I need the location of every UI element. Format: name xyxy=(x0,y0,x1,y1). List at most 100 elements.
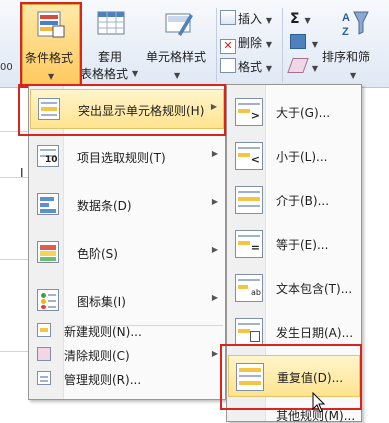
sort-filter-label: 排序和筛 xyxy=(322,50,371,64)
conditional-format-button[interactable]: 条件格式 ▼ xyxy=(22,4,80,86)
grid-line xyxy=(0,351,28,352)
chevron-down-icon: ▼ xyxy=(174,71,181,80)
conditional-format-label: 条件格式 xyxy=(25,51,74,65)
menu-item-data-bars[interactable]: 数据条(D) ▶ xyxy=(30,185,224,225)
chevron-down-icon: ▼ xyxy=(48,72,55,81)
submenu-arrow-icon: ▶ xyxy=(211,197,218,206)
clear-button[interactable]: ▼ xyxy=(287,58,318,76)
cell-text: I xyxy=(20,166,24,180)
menu-item-clear-rules[interactable]: 清除规则(C) ▶ xyxy=(30,343,224,367)
chevron-down-icon: ▼ xyxy=(132,69,139,78)
text-contains-icon: ab xyxy=(235,274,263,302)
manage-rules-icon xyxy=(37,371,51,385)
submenu-item-text-contains[interactable]: ab 文本包含(T)... xyxy=(228,267,360,309)
fill-down-icon xyxy=(290,34,306,49)
date-occurring-icon xyxy=(235,318,263,346)
svg-text:A: A xyxy=(342,12,350,24)
format-label: 格式 xyxy=(238,60,263,74)
submenu-arrow-icon: ▶ xyxy=(210,102,217,111)
chevron-down-icon: ▼ xyxy=(350,71,357,80)
submenu-item-label: 重复值(D)... xyxy=(277,371,344,385)
data-bars-icon xyxy=(37,193,59,215)
submenu-item-less-than[interactable]: < 小于(L)... xyxy=(228,135,360,177)
submenu-item-label: 等于(E)... xyxy=(276,238,329,252)
divider xyxy=(216,8,217,82)
format-as-table-button[interactable]: 套用 表格格式 xyxy=(80,4,136,86)
menu-item-label: 图标集(I) xyxy=(77,295,126,309)
submenu-item-label: 介于(B)... xyxy=(276,194,330,208)
row-number: 00 xyxy=(0,62,13,73)
format-icon xyxy=(220,58,236,73)
cell-styles-button[interactable]: 单元格样式 ▼ xyxy=(142,4,214,86)
submenu-item-label: 发生日期(A)... xyxy=(276,326,354,340)
menu-item-label: 项目选取规则(T) xyxy=(77,151,166,165)
equal-to-icon: = xyxy=(235,230,263,258)
menu-item-icon-sets[interactable]: 图标集(I) ▶ xyxy=(30,281,224,321)
menu-item-label: 突出显示单元格规则(H) xyxy=(78,104,205,118)
top-bottom-icon: 10 xyxy=(37,145,59,167)
submenu-arrow-icon: ▶ xyxy=(211,245,218,254)
eraser-icon xyxy=(287,58,309,73)
format-as-table-label-2: 表格格式 xyxy=(80,67,129,81)
sum-icon: Σ xyxy=(290,11,300,27)
cell-styles-icon xyxy=(165,13,193,36)
icon-sets-icon xyxy=(37,289,59,311)
ribbon: 00 条件格式 ▼ 套用 表格格式 ▼ 单元格样式 ▼ 插入 ▼ ✕ 删除 ▼ … xyxy=(0,0,389,88)
icon-ab: ab xyxy=(251,288,261,297)
menu-item-label: 色阶(S) xyxy=(77,247,118,261)
menu-item-top-bottom-rules[interactable]: 10 项目选取规则(T) ▶ xyxy=(30,137,224,177)
menu-item-label: 新建规则(N)... xyxy=(64,325,142,339)
submenu-item-more-rules[interactable]: 其他规则(M)... xyxy=(228,401,360,423)
highlight-cells-icon xyxy=(38,98,60,120)
mouse-cursor-icon xyxy=(312,392,326,413)
sort-filter-icon: A Z xyxy=(342,11,369,38)
conditional-format-icon xyxy=(37,11,65,38)
insert-icon xyxy=(220,10,236,25)
autosum-button[interactable]: Σ ▼ xyxy=(290,10,311,28)
new-rule-icon xyxy=(37,323,51,337)
menu-item-manage-rules[interactable]: 管理规则(R)... xyxy=(30,367,224,391)
submenu-item-date-occurring[interactable]: 发生日期(A)... xyxy=(228,311,360,353)
insert-label: 插入 xyxy=(238,12,263,26)
menu-item-new-rule[interactable]: 新建规则(N)... xyxy=(30,319,224,343)
grid-line xyxy=(0,177,28,178)
submenu-arrow-icon: ▶ xyxy=(211,349,218,358)
menu-item-color-scales[interactable]: 色阶(S) ▶ xyxy=(30,233,224,273)
delete-label: 删除 xyxy=(238,36,263,50)
grid-line xyxy=(0,259,28,260)
submenu-item-label: 文本包含(T)... xyxy=(276,282,353,296)
delete-button[interactable]: ✕ 删除 ▼ xyxy=(220,34,272,54)
insert-button[interactable]: 插入 ▼ xyxy=(220,10,272,28)
grid-line xyxy=(0,131,28,132)
menu-item-label: 管理规则(R)... xyxy=(64,373,142,387)
color-scales-icon xyxy=(37,241,59,263)
icon-number: 10 xyxy=(45,155,58,165)
format-as-table-label-1: 套用 xyxy=(98,50,123,64)
format-button[interactable]: 格式 ▼ xyxy=(220,58,272,76)
greater-than-icon: > xyxy=(235,98,263,126)
delete-icon: ✕ xyxy=(220,39,236,54)
conditional-format-menu: 突出显示单元格规则(H) ▶ 10 项目选取规则(T) ▶ 数据条(D) ▶ 色… xyxy=(28,84,226,400)
divider xyxy=(282,8,283,82)
less-than-icon: < xyxy=(235,142,263,170)
table-format-icon xyxy=(97,11,125,35)
fill-button[interactable]: ▼ xyxy=(290,34,318,52)
menu-item-label: 数据条(D) xyxy=(77,199,132,213)
duplicate-values-icon xyxy=(236,363,264,391)
cell-styles-label: 单元格样式 xyxy=(146,50,207,64)
submenu-item-label: 大于(G)... xyxy=(276,106,331,120)
highlight-cells-submenu: > 大于(G)... < 小于(L)... 介于(B)... = 等于(E)..… xyxy=(226,84,362,423)
submenu-arrow-icon: ▶ xyxy=(211,293,218,302)
menu-item-highlight-cells-rules[interactable]: 突出显示单元格规则(H) ▶ xyxy=(30,89,224,129)
sort-filter-button[interactable]: A Z 排序和筛 ▼ xyxy=(322,4,389,86)
between-icon xyxy=(235,186,263,214)
submenu-item-equal-to[interactable]: = 等于(E)... xyxy=(228,223,360,265)
submenu-item-label: 小于(L)... xyxy=(276,150,328,164)
submenu-item-greater-than[interactable]: > 大于(G)... xyxy=(228,91,360,133)
submenu-item-duplicate-values[interactable]: 重复值(D)... xyxy=(228,355,360,397)
menu-item-label: 清除规则(C) xyxy=(64,349,130,363)
svg-text:Z: Z xyxy=(342,26,349,38)
submenu-item-between[interactable]: 介于(B)... xyxy=(228,179,360,221)
clear-rules-icon xyxy=(37,347,51,361)
submenu-arrow-icon: ▶ xyxy=(211,149,218,158)
